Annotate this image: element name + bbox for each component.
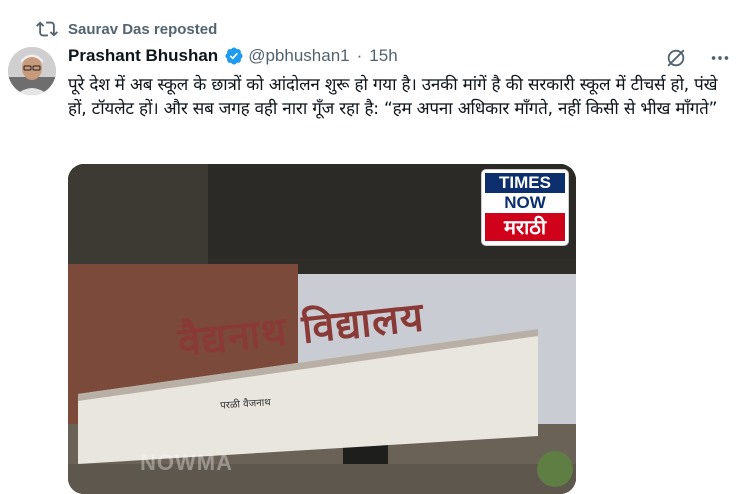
avatar-image	[8, 47, 56, 95]
repost-text[interactable]: Saurav Das reposted	[68, 21, 217, 38]
grok-button[interactable]	[664, 46, 688, 70]
grok-icon	[667, 49, 685, 67]
tweet-media-image[interactable]: वैद्यनाथ विद्यालय परळी वैजनाथ NOWMA TIME…	[68, 164, 576, 494]
repost-icon	[36, 21, 58, 37]
logo-line-times: TIMES	[485, 173, 565, 193]
tweet-top-actions	[664, 46, 732, 70]
logo-line-now: NOW	[485, 194, 565, 212]
video-watermark: NOWMA	[140, 450, 233, 475]
tweet-header: Prashant Bhushan @pbhushan1 · 15h	[68, 46, 398, 66]
repost-indicator[interactable]: Saurav Das reposted	[36, 18, 217, 40]
timestamp[interactable]: 15h	[369, 46, 397, 66]
tweet-text: पूरे देश में अब स्कूल के छात्रों को आंदो…	[68, 75, 718, 119]
more-icon	[711, 56, 729, 60]
avatar[interactable]	[8, 47, 56, 95]
separator-dot: ·	[356, 46, 363, 65]
author-handle[interactable]: @pbhushan1	[248, 46, 349, 66]
channel-logo: TIMES NOW मराठी	[482, 170, 568, 245]
logo-line-marathi: मराठी	[485, 213, 565, 241]
more-options-button[interactable]	[708, 46, 732, 70]
author-name[interactable]: Prashant Bhushan	[68, 46, 218, 66]
verified-badge-icon[interactable]	[224, 46, 244, 66]
